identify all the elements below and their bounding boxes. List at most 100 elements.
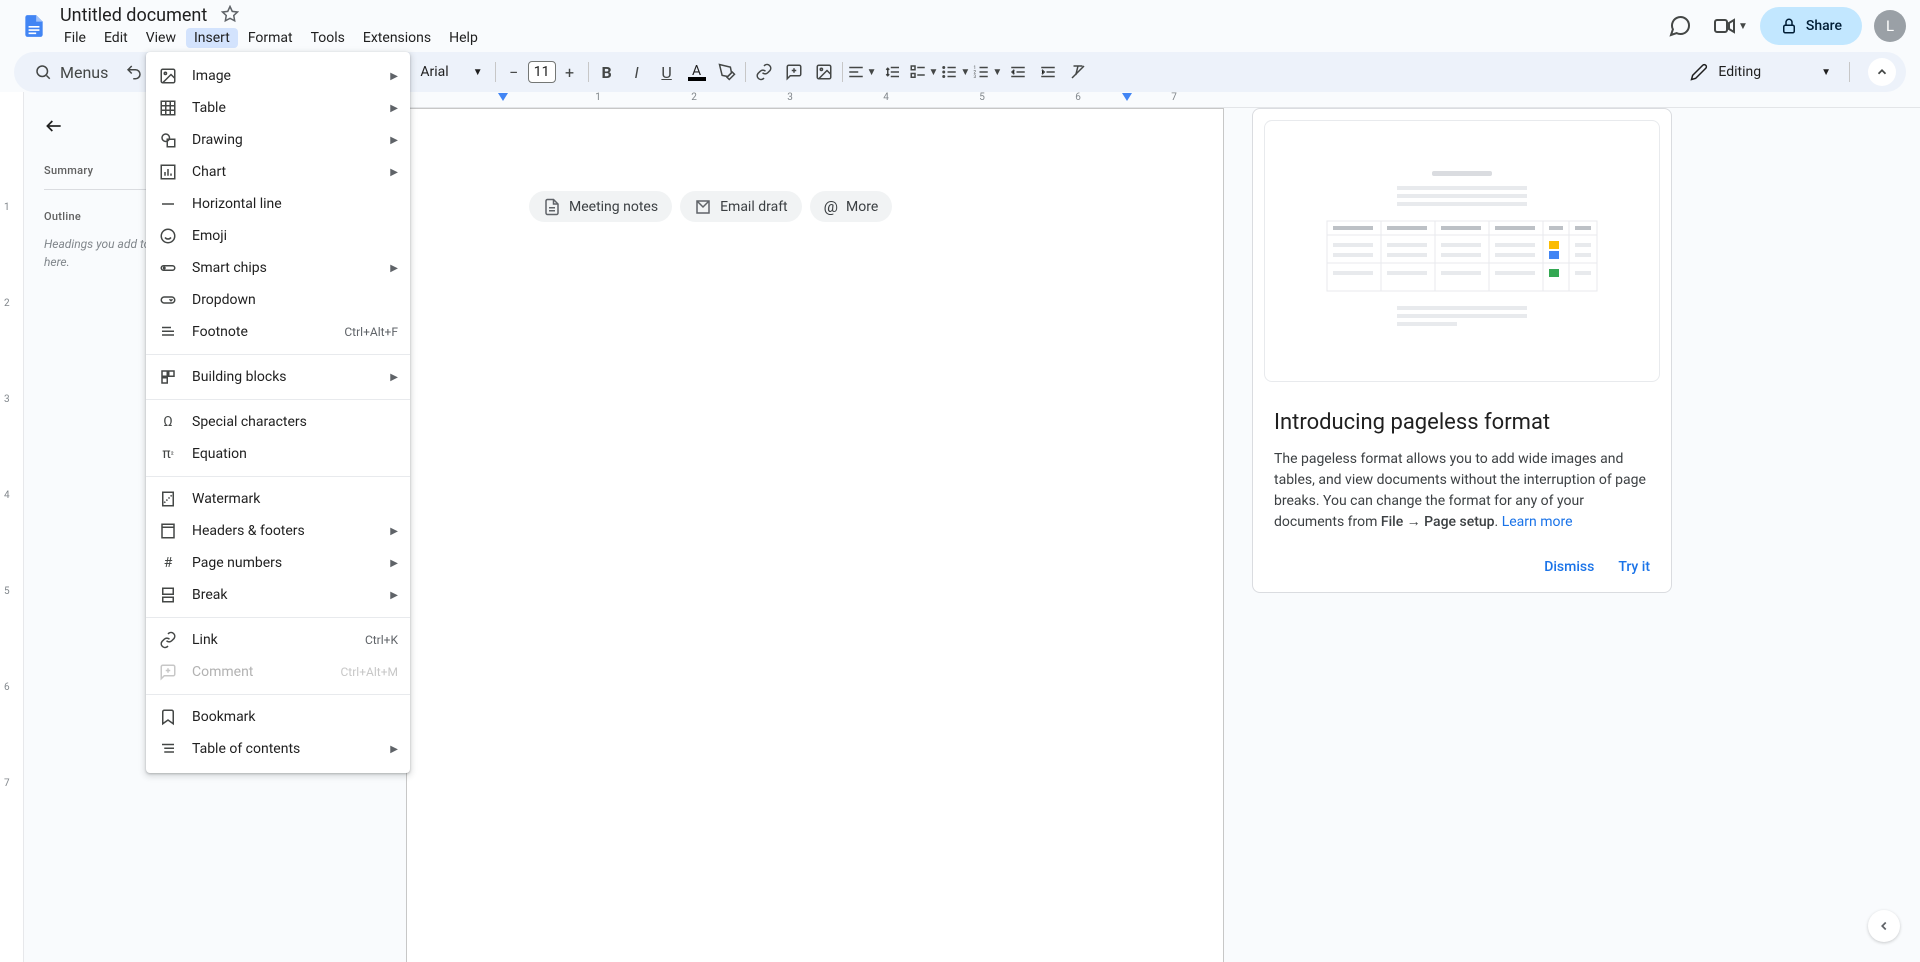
star-icon[interactable] <box>221 5 239 27</box>
right-indent-marker[interactable] <box>1122 93 1132 103</box>
align-button[interactable]: ▼ <box>847 58 877 86</box>
menu-tools[interactable]: Tools <box>303 28 353 48</box>
menu-item-chart[interactable]: Chart ▶ <box>146 156 410 188</box>
callout-title: Introducing pageless format <box>1274 410 1650 435</box>
vruler-tick: 5 <box>4 586 10 597</box>
bookmark-icon <box>158 708 178 726</box>
menu-file[interactable]: File <box>56 28 94 48</box>
menu-view[interactable]: View <box>138 28 184 48</box>
footnote-icon <box>158 323 178 341</box>
chip-meeting-notes[interactable]: Meeting notes <box>529 191 672 222</box>
dropdown-icon <box>158 291 178 309</box>
menu-item-break[interactable]: Break ▶ <box>146 579 410 611</box>
menu-item-smart-chips[interactable]: Smart chips ▶ <box>146 252 410 284</box>
bold-button[interactable]: B <box>593 58 621 86</box>
menu-item-footnote[interactable]: Footnote Ctrl+Alt+F <box>146 316 410 348</box>
submenu-arrow-icon: ▶ <box>390 526 398 537</box>
menu-item-bookmark[interactable]: Bookmark <box>146 701 410 733</box>
document-page[interactable]: Meeting notes Email draft @ More <box>406 108 1224 962</box>
add-comment-button[interactable] <box>780 58 808 86</box>
chip-label: Email draft <box>720 199 788 215</box>
clear-formatting-button[interactable] <box>1064 58 1092 86</box>
font-size-increase[interactable]: + <box>556 58 584 86</box>
menu-item-emoji[interactable]: Emoji <box>146 220 410 252</box>
font-size-input[interactable] <box>528 61 556 83</box>
try-it-button[interactable]: Try it <box>1618 559 1650 575</box>
menu-format[interactable]: Format <box>240 28 301 48</box>
close-outline-button[interactable] <box>44 108 80 144</box>
underline-button[interactable]: U <box>653 58 681 86</box>
menu-item-building-blocks[interactable]: Building blocks ▶ <box>146 361 410 393</box>
table-icon <box>158 99 178 117</box>
menu-item-special-characters[interactable]: Ω Special characters <box>146 406 410 438</box>
search-menus-label: Menus <box>60 63 108 82</box>
hruler-tick: 5 <box>979 92 985 103</box>
callout-text: The pageless format allows you to add wi… <box>1274 449 1650 533</box>
horizontal-ruler[interactable]: 1 2 3 4 5 6 7 <box>306 92 1920 108</box>
font-size-decrease[interactable]: − <box>500 58 528 86</box>
menu-item-link[interactable]: Link Ctrl+K <box>146 624 410 656</box>
comment-icon <box>158 663 178 681</box>
menu-item-table-of-contents[interactable]: Table of contents ▶ <box>146 733 410 765</box>
drawing-icon <box>158 131 178 149</box>
menubar: File Edit View Insert Format Tools Exten… <box>56 28 486 48</box>
line-spacing-button[interactable] <box>879 58 907 86</box>
dismiss-button[interactable]: Dismiss <box>1544 559 1594 575</box>
docs-logo[interactable] <box>14 6 54 46</box>
increase-indent-button[interactable] <box>1034 58 1062 86</box>
undo-button[interactable] <box>120 58 148 86</box>
chip-label: More <box>846 199 878 215</box>
insert-link-button[interactable] <box>750 58 778 86</box>
highlight-color-button[interactable] <box>713 58 741 86</box>
menu-item-equation[interactable]: π² Equation <box>146 438 410 470</box>
italic-button[interactable]: I <box>623 58 651 86</box>
hruler-tick: 6 <box>1075 92 1081 103</box>
chart-icon <box>158 163 178 181</box>
menu-shortcut: Ctrl+Alt+F <box>344 325 398 339</box>
user-avatar[interactable]: L <box>1874 10 1906 42</box>
checklist-button[interactable]: ▼ <box>909 58 939 86</box>
menu-item-horizontal-line[interactable]: Horizontal line <box>146 188 410 220</box>
font-name-label: Arial <box>420 64 448 80</box>
submenu-arrow-icon: ▶ <box>390 372 398 383</box>
font-selector[interactable]: Arial ▼ <box>412 64 490 80</box>
insert-image-button[interactable] <box>810 58 838 86</box>
vruler-tick: 2 <box>4 298 10 309</box>
equation-icon: π² <box>158 446 178 462</box>
comment-history-icon[interactable] <box>1660 6 1700 46</box>
vruler-tick: 4 <box>4 490 10 501</box>
break-icon <box>158 586 178 604</box>
menu-edit[interactable]: Edit <box>96 28 136 48</box>
decrease-indent-button[interactable] <box>1004 58 1032 86</box>
left-indent-marker[interactable] <box>498 93 508 103</box>
document-title[interactable]: Untitled document <box>56 5 211 26</box>
bulleted-list-button[interactable]: ▼ <box>940 58 970 86</box>
numbered-list-button[interactable]: 123▼ <box>972 58 1002 86</box>
menu-item-headers-footers[interactable]: Headers & footers ▶ <box>146 515 410 547</box>
menu-item-page-numbers[interactable]: # Page numbers ▶ <box>146 547 410 579</box>
editing-mode-selector[interactable]: Editing ▼ <box>1680 59 1841 85</box>
menu-insert[interactable]: Insert <box>186 28 238 48</box>
menu-item-image[interactable]: Image ▶ <box>146 60 410 92</box>
chip-more[interactable]: @ More <box>810 191 893 222</box>
callout-preview-image <box>1264 120 1660 382</box>
omega-icon: Ω <box>158 414 178 430</box>
menu-item-watermark[interactable]: Watermark <box>146 483 410 515</box>
menu-extensions[interactable]: Extensions <box>355 28 439 48</box>
menu-help[interactable]: Help <box>441 28 486 48</box>
watermark-icon <box>158 490 178 508</box>
learn-more-link[interactable]: Learn more <box>1502 514 1573 530</box>
chip-email-draft[interactable]: Email draft <box>680 191 802 222</box>
submenu-arrow-icon: ▶ <box>390 103 398 114</box>
menu-item-drawing[interactable]: Drawing ▶ <box>146 124 410 156</box>
collapse-toolbar-button[interactable] <box>1868 58 1896 86</box>
share-button[interactable]: Share <box>1760 7 1862 45</box>
hruler-tick: 4 <box>883 92 889 103</box>
menu-item-dropdown[interactable]: Dropdown <box>146 284 410 316</box>
search-menus[interactable]: Menus <box>24 57 118 88</box>
svg-text:3: 3 <box>974 74 977 80</box>
text-color-button[interactable]: A <box>683 58 711 86</box>
explore-button[interactable] <box>1868 910 1900 942</box>
meet-button[interactable]: ▼ <box>1712 14 1748 38</box>
menu-item-table[interactable]: Table ▶ <box>146 92 410 124</box>
